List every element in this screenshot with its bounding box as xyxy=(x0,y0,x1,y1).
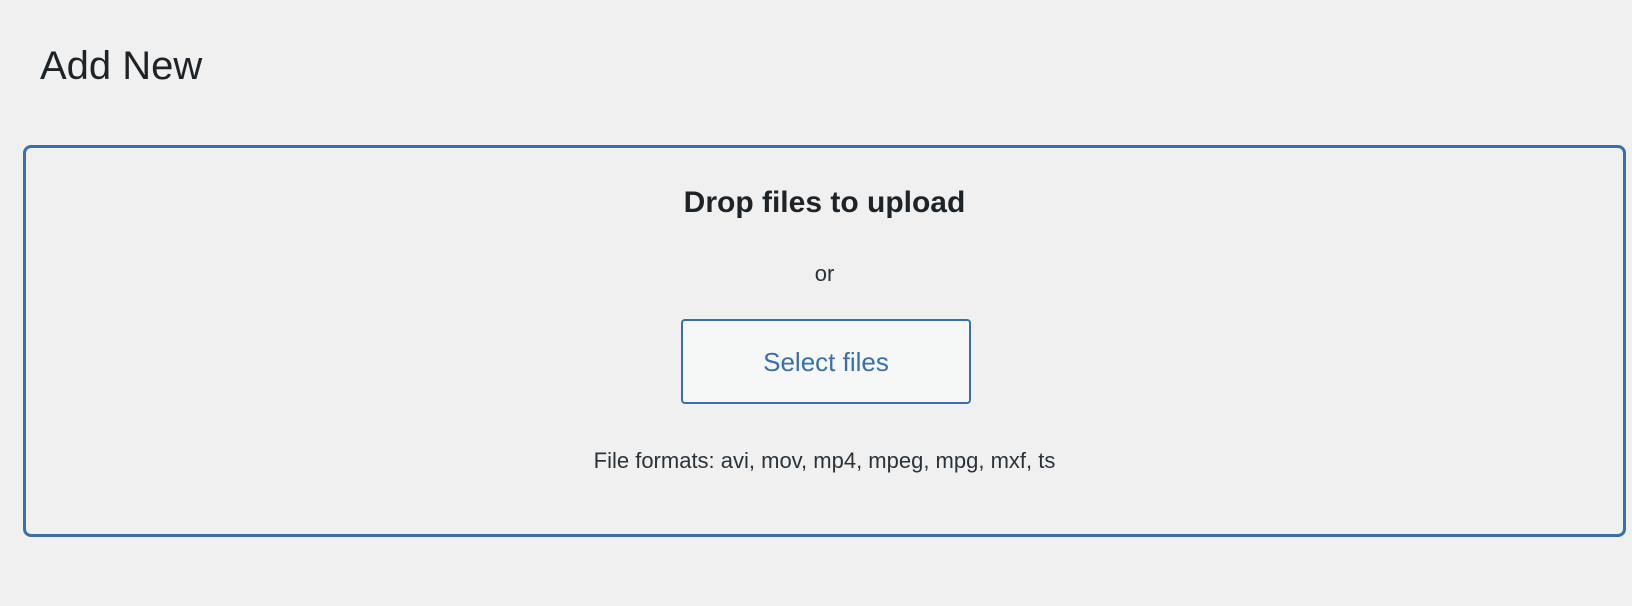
page-title: Add New xyxy=(40,44,203,88)
file-formats-text: File formats: avi, mov, mp4, mpeg, mpg, … xyxy=(593,448,1056,473)
select-files-button[interactable]: Select files xyxy=(681,319,971,404)
drop-files-heading: Drop files to upload xyxy=(683,186,966,219)
file-drop-zone[interactable]: Drop files to upload or Select files Fil… xyxy=(23,145,1626,537)
or-separator-text: or xyxy=(814,261,835,286)
upload-page: Add New Drop files to upload or Select f… xyxy=(0,0,1632,606)
